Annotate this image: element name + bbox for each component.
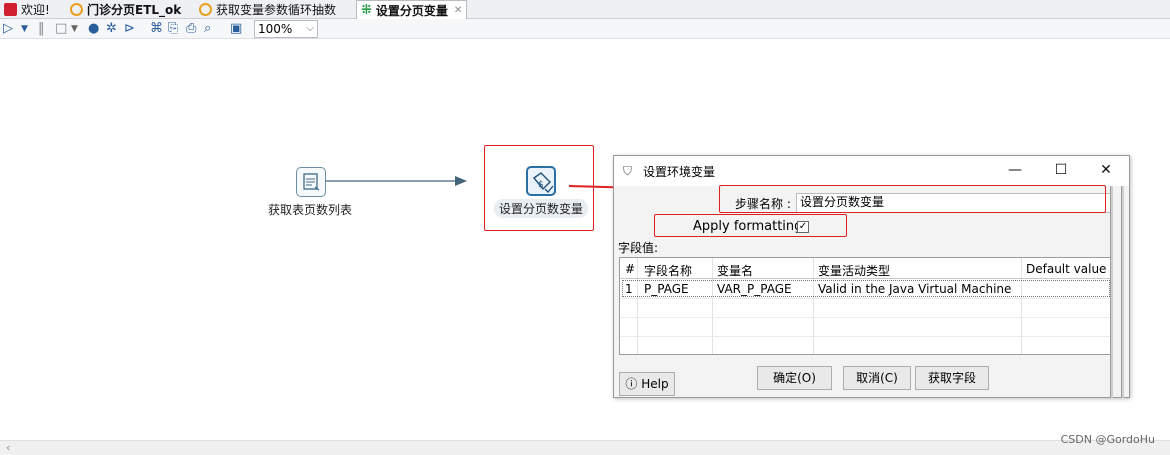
cancel-button[interactable]: 取消(C) xyxy=(843,366,911,390)
tab-set-page-variables[interactable]: ⁜ 设置分页变量 ✕ xyxy=(356,0,468,20)
tab-welcome[interactable]: 欢迎! xyxy=(0,0,54,19)
dialog-titlebar: ⛉ 设置环境变量 — ☐ ✕ xyxy=(614,156,1129,186)
impact-icon[interactable]: ⎘ xyxy=(168,21,178,37)
canvas-toolbar: ▷ ▼ ‖ □ ▼ ● ✲ ⊳ ⌘ ⎘ ⎙ ⌕ ▣ 100% ⌵ xyxy=(0,19,1170,39)
fields-label: 字段值: xyxy=(618,241,659,255)
replay-icon[interactable]: ⊳ xyxy=(124,21,135,37)
column-header[interactable]: 变量名 xyxy=(717,262,753,279)
close-icon[interactable]: ✕ xyxy=(1091,160,1121,180)
column-header[interactable]: 字段名称 xyxy=(644,262,692,279)
run-dropdown-icon[interactable]: ▼ xyxy=(21,21,28,37)
job-icon: ⁜ xyxy=(361,3,372,18)
help-icon: ⓘ xyxy=(625,377,638,391)
stop-icon[interactable]: □ xyxy=(55,21,67,37)
column-header[interactable]: Default value xyxy=(1026,262,1106,276)
zoom-value: 100% xyxy=(258,22,293,36)
run-icon[interactable]: ▷ xyxy=(3,21,13,37)
help-label: Help xyxy=(641,377,669,391)
highlight-box-step-name xyxy=(719,185,1106,213)
ok-button[interactable]: 确定(O) xyxy=(757,366,832,390)
tab-label: 获取变量参数循环抽数 xyxy=(216,3,337,17)
transformation-icon xyxy=(199,3,212,16)
table-input-step-icon[interactable] xyxy=(296,167,326,197)
watermark: CSDN @GordoHu xyxy=(1060,433,1155,446)
column-header[interactable]: # xyxy=(625,262,635,276)
dialog-scrollbar[interactable] xyxy=(1110,186,1113,398)
help-button[interactable]: ⓘ Help xyxy=(619,372,675,396)
preview-icon[interactable]: ● xyxy=(88,21,99,37)
debug-icon[interactable]: ✲ xyxy=(106,21,117,37)
scroll-left-icon[interactable]: ‹ xyxy=(6,441,10,454)
table-cell: 1 xyxy=(625,282,633,296)
tab-label: 欢迎! xyxy=(21,3,50,17)
highlight-box-apply-formatting xyxy=(654,214,847,237)
minimize-icon[interactable]: — xyxy=(1000,160,1030,180)
tab-label: 门诊分页ETL_ok xyxy=(87,3,182,17)
hop-arrowhead xyxy=(455,176,467,186)
grid-toggle-icon[interactable]: ▣ xyxy=(230,21,242,37)
horizontal-scrollbar[interactable]: ‹ xyxy=(0,440,1170,455)
table-cell[interactable]: P_PAGE xyxy=(644,282,689,296)
editor-tab-bar: 欢迎! 门诊分页ETL_ok 获取变量参数循环抽数 ⁜ 设置分页变量 ✕ xyxy=(0,0,1170,20)
pause-icon[interactable]: ‖ xyxy=(38,21,45,37)
highlight-box-step xyxy=(484,145,594,231)
dialog-title: 设置环境变量 xyxy=(643,165,716,179)
explore-db-icon[interactable]: ⌕ xyxy=(204,21,211,37)
transformation-icon xyxy=(70,3,83,16)
tab-get-variables[interactable]: 获取变量参数循环抽数 xyxy=(195,0,340,19)
zoom-select[interactable]: 100% ⌵ xyxy=(254,20,318,38)
set-variable-icon: ⛉ xyxy=(623,164,633,178)
get-fields-button[interactable]: 获取字段 xyxy=(915,366,989,390)
welcome-icon xyxy=(4,3,17,16)
maximize-icon[interactable]: ☐ xyxy=(1046,160,1076,180)
sql-icon[interactable]: ⎙ xyxy=(186,21,196,37)
fields-table[interactable]: # 字段名称 变量名 变量活动类型 Default value 1 P_PAGE… xyxy=(619,257,1111,355)
table-cell[interactable]: Valid in the Java Virtual Machine xyxy=(818,282,1011,296)
column-header[interactable]: 变量活动类型 xyxy=(818,262,890,279)
chevron-down-icon: ⌵ xyxy=(306,23,314,34)
table-cell[interactable]: VAR_P_PAGE xyxy=(717,282,792,296)
tab-outpatient-etl[interactable]: 门诊分页ETL_ok xyxy=(66,0,185,19)
stop-dropdown-icon[interactable]: ▼ xyxy=(71,21,78,37)
close-icon[interactable]: ✕ xyxy=(454,5,462,16)
step-label-get-page-list: 获取表页数列表 xyxy=(268,203,353,217)
dialog-scrollbar[interactable] xyxy=(1121,186,1124,398)
verify-icon[interactable]: ⌘ xyxy=(150,21,163,37)
tab-label: 设置分页变量 xyxy=(375,4,448,18)
